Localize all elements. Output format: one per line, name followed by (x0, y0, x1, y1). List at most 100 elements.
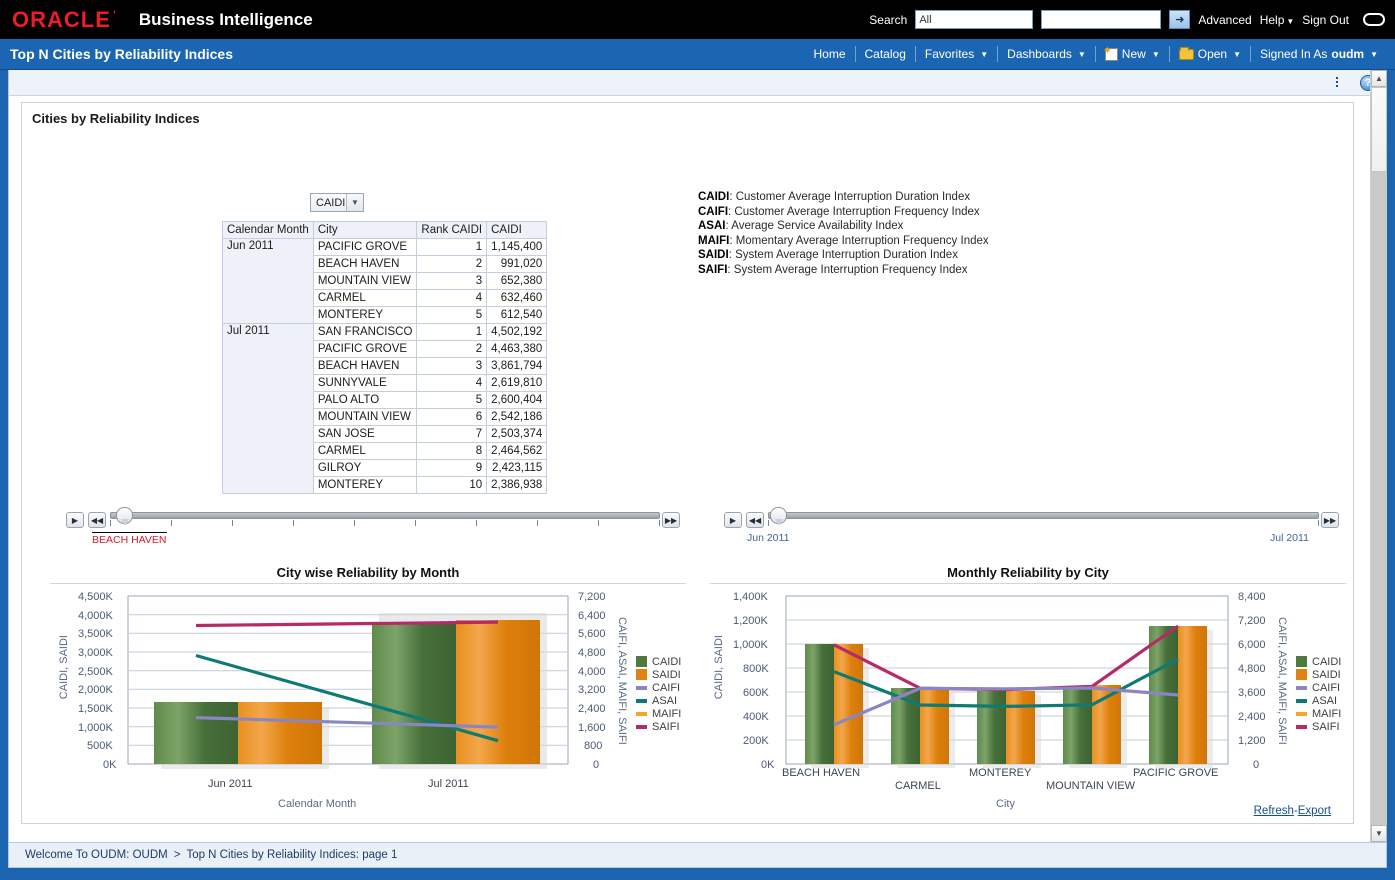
ytick-label: 0K (103, 759, 117, 771)
dashboard-toolbar: ? (9, 70, 1386, 96)
abbr-code: ASAI (698, 220, 726, 232)
help-menu[interactable]: Help ▼ (1260, 13, 1295, 27)
page-options-icon[interactable] (1336, 76, 1352, 90)
slider-thumb[interactable] (116, 507, 133, 526)
chevron-up-icon: ▲ (1375, 74, 1383, 83)
legend-item-asai[interactable]: ASAI (1296, 694, 1341, 707)
search-go-button[interactable]: ➜ (1169, 10, 1191, 29)
legend-swatch (1296, 656, 1307, 667)
slider-play-button[interactable]: ▶ (66, 512, 84, 528)
legend-item-maifi[interactable]: MAIFI (1296, 707, 1341, 720)
slider-prev-button[interactable]: ◀◀ (88, 512, 106, 528)
abbr-code: MAIFI (698, 234, 730, 247)
nav-links: Home Catalog Favorites ▼ Dashboards ▼ Ne… (804, 44, 1387, 62)
legend-item-asai[interactable]: ASAI (636, 694, 681, 707)
sign-out-link[interactable]: Sign Out (1302, 13, 1349, 27)
y2tick-label: 3,200 (578, 684, 606, 696)
y-axis-title: CAIDI, SAIDI (58, 635, 70, 700)
chart-title: Monthly Reliability by City (710, 565, 1346, 584)
slider-next-button[interactable]: ▶▶ (1321, 512, 1339, 528)
ytick-label: 600K (743, 687, 769, 699)
bar-caidi-beach-haven[interactable] (805, 644, 834, 764)
legend-item-saifi[interactable]: SAIFI (636, 720, 681, 733)
slider-play-button[interactable]: ▶ (724, 512, 742, 528)
nav-item-favorites[interactable]: Favorites ▼ (916, 47, 997, 61)
table-row[interactable]: Jul 2011 SAN FRANCISCO 1 4,502,192 (222, 323, 548, 494)
breadcrumb-welcome[interactable]: Welcome To OUDM: OUDM (25, 849, 168, 861)
y2tick-label: 4,000 (578, 666, 606, 678)
slider-ticks (768, 520, 1319, 526)
cell-month: Jun 2011 (222, 238, 314, 324)
y2tick-label: 2,400 (578, 703, 606, 715)
refresh-link[interactable]: Refresh (1254, 805, 1294, 817)
legend-item-caifi[interactable]: CAIFI (1296, 681, 1341, 694)
bar-caidi-mountain-view[interactable] (1063, 686, 1092, 764)
bar-saidi-jun[interactable] (238, 702, 322, 764)
abbr-row: SAIDI: System Average Interruption Durat… (698, 249, 958, 261)
nav-item-catalog[interactable]: Catalog (856, 47, 915, 61)
x-axis-title: City (996, 798, 1015, 810)
bar-saidi-monterey[interactable] (1006, 691, 1035, 764)
signed-in-as-menu[interactable]: Signed In As oudm ▼ (1251, 47, 1387, 61)
bar-saidi-pacific-grove[interactable] (1178, 626, 1207, 764)
scrollbar-track[interactable] (1371, 172, 1387, 825)
play-icon: ▶ (71, 515, 79, 525)
breadcrumb: Welcome To OUDM: OUDM > Top N Cities by … (8, 842, 1387, 868)
legend-item-maifi[interactable]: MAIFI (636, 707, 681, 720)
nav-item-open[interactable]: Open ▼ (1170, 46, 1250, 61)
cell-rank: 9 (416, 459, 488, 477)
x-axis-title: Calendar Month (278, 798, 357, 810)
vertical-scrollbar[interactable]: ▲ ▼ (1370, 70, 1387, 842)
legend-item-saidi[interactable]: SAIDI (636, 668, 681, 681)
abbr-text: Customer Average Interruption Duration I… (735, 191, 971, 203)
scrollbar-thumb[interactable] (1371, 87, 1387, 172)
ytick-label: 1,000K (78, 722, 113, 734)
y2tick-label: 6,000 (1238, 639, 1266, 651)
measure-select[interactable]: CAIDI ▼ (310, 193, 364, 212)
legend-item-saifi[interactable]: SAIFI (1296, 720, 1341, 733)
bar-saidi-jul[interactable] (456, 620, 540, 764)
nav-item-new[interactable]: New ▼ (1096, 44, 1169, 62)
scroll-down-button[interactable]: ▼ (1371, 825, 1387, 842)
table-row[interactable]: Jun 2011 PACIFIC GROVE 1 1,145,400 (222, 238, 548, 324)
bar-caidi-monterey[interactable] (977, 691, 1006, 764)
abbr-row: SAIFI: System Average Interruption Frequ… (698, 263, 968, 276)
legend-item-caifi[interactable]: CAIFI (636, 681, 681, 694)
advanced-search-link[interactable]: Advanced (1198, 13, 1251, 27)
slider-track[interactable] (768, 512, 1319, 519)
nav-item-home[interactable]: Home (804, 47, 854, 61)
report-panel: Cities by Reliability Indices CAIDI ▼ Ca… (21, 102, 1354, 824)
col-rank: Rank CAIDI (416, 221, 488, 239)
bar-saidi-beach-haven[interactable] (834, 644, 863, 764)
user-pill-icon[interactable] (1363, 13, 1385, 26)
legend-item-caidi[interactable]: CAIDI (1296, 655, 1341, 668)
legend-item-caidi[interactable]: CAIDI (636, 655, 681, 668)
bar-caidi-jun[interactable] (154, 702, 238, 764)
report-footer-links: Refresh-Export (1254, 805, 1331, 817)
abbr-code: SAIFI (698, 263, 728, 276)
cell-value: 2,503,374 (486, 425, 548, 443)
bar-saidi-carmel[interactable] (920, 690, 949, 764)
cell-value: 612,540 (486, 306, 548, 324)
export-link[interactable]: Export (1298, 805, 1331, 817)
search-input[interactable] (1041, 10, 1162, 29)
ytick-label: 4,000K (78, 610, 113, 622)
slider-next-button[interactable]: ▶▶ (662, 512, 680, 528)
slider-thumb[interactable] (770, 507, 787, 526)
arrow-right-icon: ➜ (1175, 14, 1185, 26)
cell-value: 652,380 (486, 272, 548, 290)
ytick-label: 1,200K (733, 615, 768, 627)
search-scope-input[interactable] (915, 10, 1034, 29)
y2tick-label: 1,600 (578, 722, 606, 734)
chevron-down-icon[interactable]: ▼ (346, 194, 363, 211)
breadcrumb-current-page: Top N Cities by Reliability Indices: pag… (186, 849, 398, 861)
cell-rank: 4 (416, 374, 488, 392)
bar-caidi-jul[interactable] (372, 622, 456, 764)
legend-item-saidi[interactable]: SAIDI (1296, 668, 1341, 681)
scroll-up-button[interactable]: ▲ (1371, 70, 1387, 87)
cell-city: SAN FRANCISCO (312, 323, 418, 341)
slider-prev-button[interactable]: ◀◀ (746, 512, 764, 528)
nav-item-dashboards[interactable]: Dashboards ▼ (998, 47, 1095, 61)
slider-track[interactable] (110, 512, 660, 519)
col-value: CAIDI (486, 221, 548, 239)
